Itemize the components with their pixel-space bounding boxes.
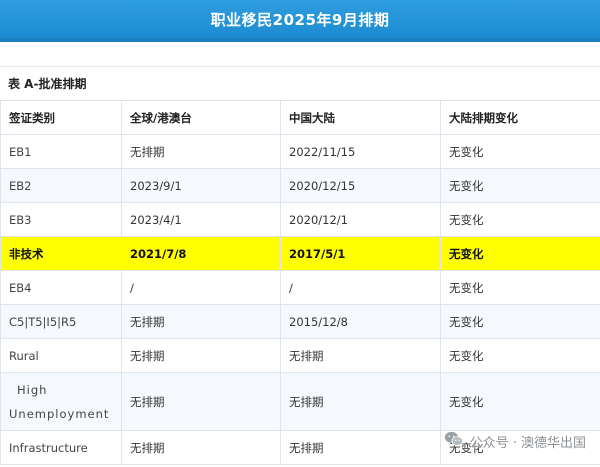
table-row: EB3 2023/4/1 2020/12/1 无变化	[0, 202, 600, 237]
cell-global: 2023/4/1	[121, 202, 281, 237]
table-caption: 表 A-批准排期	[0, 66, 600, 100]
cell-category: Infrastructure	[0, 430, 122, 465]
table-header-row: 签证类别 全球/港澳台 中国大陆 大陆排期变化	[0, 100, 600, 135]
header-global: 全球/港澳台	[121, 100, 281, 135]
cell-category: Rural	[0, 338, 122, 373]
cell-category: EB4	[0, 270, 122, 305]
wechat-icon	[444, 430, 464, 452]
cell-global: 无排期	[121, 372, 281, 431]
cell-global: /	[121, 270, 281, 305]
table-row: EB2 2023/9/1 2020/12/15 无变化	[0, 168, 600, 203]
cell-global: 2023/9/1	[121, 168, 281, 203]
cell-global: 无排期	[121, 134, 281, 169]
header-china: 中国大陆	[280, 100, 441, 135]
visa-bulletin-table: 签证类别 全球/港澳台 中国大陆 大陆排期变化 EB1 无排期 2022/11/…	[0, 100, 600, 465]
cell-change: 无变化	[440, 202, 600, 237]
page-banner: 职业移民2025年9月排期	[0, 0, 600, 42]
cell-china: 2022/11/15	[280, 134, 441, 169]
cell-category: EB2	[0, 168, 122, 203]
watermark-text: 公众号 · 澳德华出国	[469, 435, 586, 451]
cell-change: 无变化	[440, 304, 600, 339]
cell-china: 无排期	[280, 372, 441, 431]
header-visa-category: 签证类别	[0, 100, 122, 135]
cell-china: 无排期	[280, 430, 441, 465]
cell-global: 无排期	[121, 304, 281, 339]
table-row: High Unemployment 无排期 无排期 无变化	[0, 372, 600, 431]
cell-global: 无排期	[121, 430, 281, 465]
cell-category: C5|T5|I5|R5	[0, 304, 122, 339]
table-row: EB1 无排期 2022/11/15 无变化	[0, 134, 600, 169]
cell-change: 无变化	[440, 134, 600, 169]
cell-china: 无排期	[280, 338, 441, 373]
table-row: C5|T5|I5|R5 无排期 2015/12/8 无变化	[0, 304, 600, 339]
cell-change: 无变化	[440, 168, 600, 203]
cell-china: 2015/12/8	[280, 304, 441, 339]
page-title: 职业移民2025年9月排期	[210, 10, 390, 29]
cell-change: 无变化	[440, 270, 600, 305]
cell-change: 无变化	[440, 338, 600, 373]
table-row: Rural 无排期 无排期 无变化	[0, 338, 600, 373]
cell-change: 无变化	[440, 372, 600, 431]
cell-china: 2020/12/1	[280, 202, 441, 237]
cell-china: /	[280, 270, 441, 305]
cell-category: EB1	[0, 134, 122, 169]
cell-china: 2020/12/15	[280, 168, 441, 203]
cell-change: 无变化	[440, 236, 600, 271]
cell-category: 非技术	[0, 236, 122, 271]
header-change: 大陆排期变化	[440, 100, 600, 135]
watermark: 公众号 · 澳德华出国	[444, 430, 586, 452]
cell-global: 无排期	[121, 338, 281, 373]
cell-china: 2017/5/1	[280, 236, 441, 271]
cell-category: High Unemployment	[0, 372, 122, 431]
table-row: EB4 / / 无变化	[0, 270, 600, 305]
table-row-highlighted: 非技术 2021/7/8 2017/5/1 无变化	[0, 236, 600, 271]
cell-global: 2021/7/8	[121, 236, 281, 271]
cell-category: EB3	[0, 202, 122, 237]
